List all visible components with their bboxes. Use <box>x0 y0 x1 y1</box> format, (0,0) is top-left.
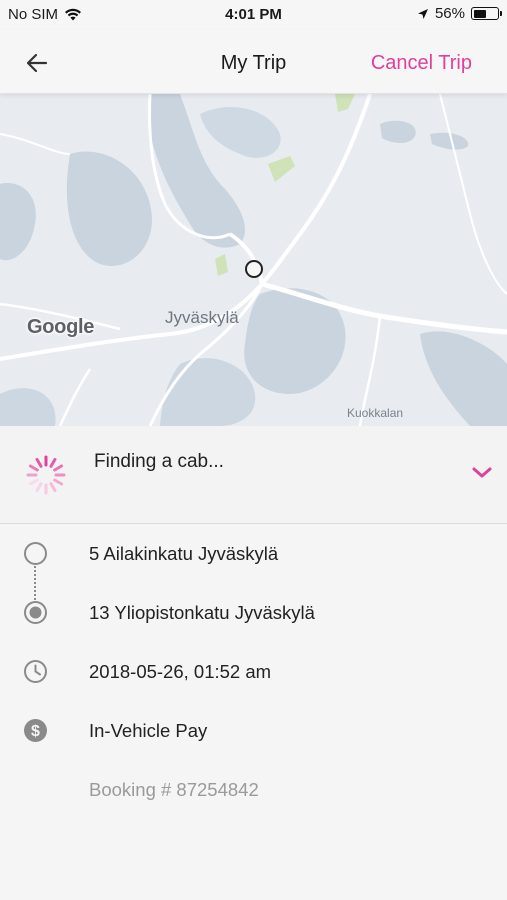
pickup-pin-icon <box>245 260 263 278</box>
time-row: 2018-05-26, 01:52 am <box>0 652 507 692</box>
map-view[interactable]: Google Jyväskylä Kuokkalan <box>0 94 507 426</box>
status-right: 56% <box>417 5 502 22</box>
pickup-time: 2018-05-26, 01:52 am <box>89 661 272 682</box>
nav-bar: My Trip Cancel Trip <box>0 30 507 94</box>
pickup-row: 5 Ailakinkatu Jyväskylä <box>0 534 507 574</box>
booking-number: Booking # 87254842 <box>89 779 259 800</box>
battery-percent: 56% <box>434 5 465 22</box>
google-logo: Google <box>27 316 95 338</box>
status-bar: No SIM 4:01 PM 56% <box>0 0 507 30</box>
map-city-label: Jyväskylä <box>165 308 239 327</box>
circle-outline-icon <box>24 542 47 565</box>
battery-icon <box>471 7 502 20</box>
battery-fill <box>473 9 487 18</box>
dropoff-row: 13 Yliopistonkatu Jyväskylä <box>0 593 507 633</box>
payment-row: $ In-Vehicle Pay <box>0 711 507 751</box>
dollar-circle-icon: $ <box>24 719 47 742</box>
map-district-label: Kuokkalan <box>347 406 404 420</box>
radio-dot-icon <box>24 601 47 624</box>
location-arrow-icon <box>417 8 428 19</box>
svg-text:$: $ <box>31 723 40 740</box>
booking-row: Booking # 87254842 <box>0 770 507 810</box>
dropoff-address: 13 Yliopistonkatu Jyväskylä <box>89 602 315 623</box>
payment-method: In-Vehicle Pay <box>89 720 208 741</box>
cancel-trip-button[interactable]: Cancel Trip <box>371 52 472 75</box>
pickup-address: 5 Ailakinkatu Jyväskylä <box>89 543 279 564</box>
loading-spinner-icon <box>26 455 66 495</box>
chevron-down-icon[interactable] <box>469 462 495 482</box>
finding-cab-text: Finding a cab... <box>94 451 224 472</box>
clock-icon <box>24 660 47 683</box>
trip-status-row[interactable]: Finding a cab... <box>0 426 507 524</box>
